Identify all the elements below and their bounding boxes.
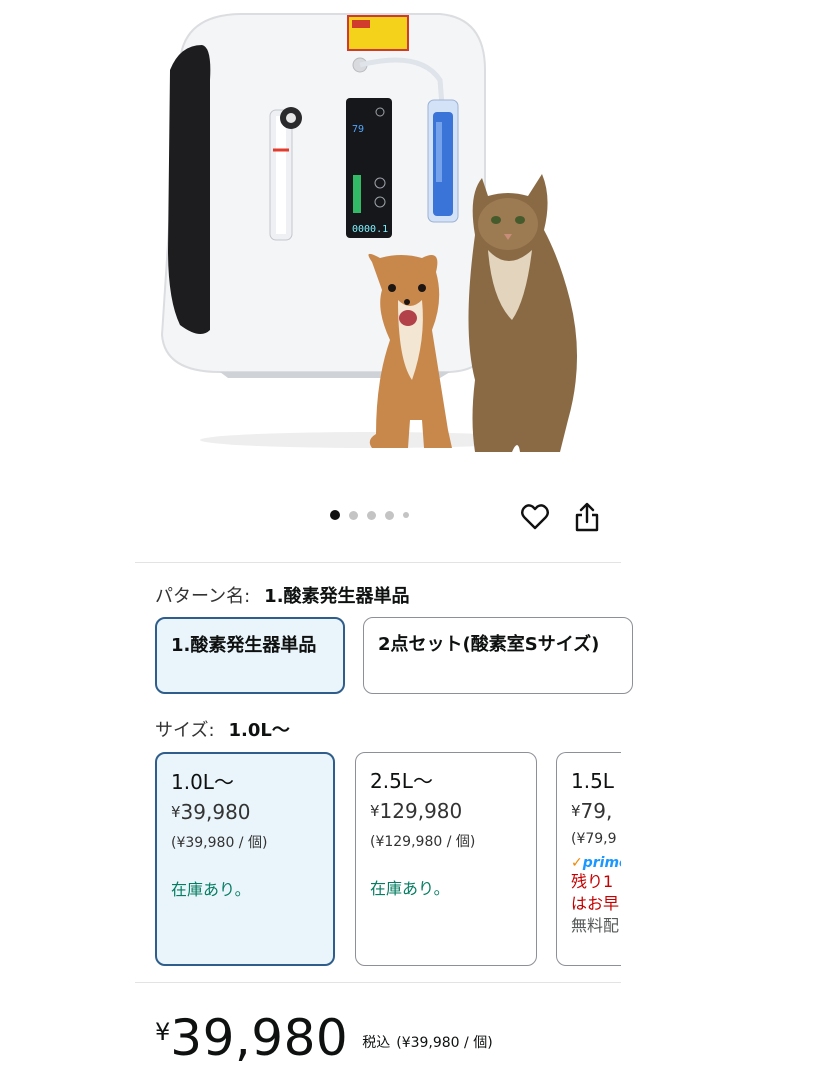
size-option-name: 1.0L〜 — [171, 770, 234, 794]
size-label: サイズ: — [155, 720, 215, 741]
size-selected-value: 1.0L〜 — [228, 720, 290, 741]
image-carousel-indicator[interactable] — [330, 510, 409, 520]
price-display: ¥ 39,980 税込 (¥39,980 / 個) — [155, 1008, 493, 1068]
stock-status: 在庫あり。 — [370, 879, 450, 898]
scroll-clip-mask — [621, 740, 826, 980]
pattern-label-row: パターン名: 1.酸素発生器単品 — [155, 582, 410, 608]
pattern-selected-value: 1.酸素発生器単品 — [264, 586, 410, 607]
svg-text:79: 79 — [352, 124, 364, 135]
heart-icon — [521, 504, 549, 530]
carousel-dot[interactable] — [403, 512, 409, 518]
check-icon: ✓ — [571, 855, 583, 871]
section-divider — [135, 562, 621, 563]
size-label-row: サイズ: 1.0L〜 — [155, 716, 290, 742]
size-option-unit-price: (¥129,980 / 個) — [370, 834, 476, 850]
price-amount: 39,980 — [170, 1009, 349, 1067]
size-option-1-0l[interactable]: 1.0L〜 ¥39,980 (¥39,980 / 個) 在庫あり。 — [155, 752, 335, 966]
pattern-option-label: 1.酸素発生器単品 — [171, 635, 317, 656]
stock-status: 在庫あり。 — [171, 880, 251, 899]
size-option-price: ¥129,980 — [370, 799, 463, 823]
svg-text:0000.1: 0000.1 — [352, 224, 388, 235]
currency-symbol: ¥ — [155, 1018, 171, 1046]
pattern-option-single[interactable]: 1.酸素発生器単品 — [155, 617, 345, 694]
share-button[interactable] — [570, 500, 604, 534]
size-option-unit-price: (¥39,980 / 個) — [171, 835, 268, 851]
pattern-label: パターン名: — [155, 586, 251, 607]
product-image[interactable]: 79 0000.1 — [140, 0, 610, 470]
carousel-dot[interactable] — [367, 510, 376, 520]
size-option-price: ¥39,980 — [171, 800, 251, 824]
size-option-2-5l[interactable]: 2.5L〜 ¥129,980 (¥129,980 / 個) 在庫あり。 — [355, 752, 537, 966]
share-icon — [575, 502, 599, 532]
tax-and-unit-price: 税込 (¥39,980 / 個) — [362, 1035, 493, 1051]
size-option-name: 2.5L〜 — [370, 769, 433, 793]
carousel-dot[interactable] — [349, 510, 358, 520]
carousel-dot[interactable] — [385, 510, 394, 520]
carousel-dot[interactable] — [330, 510, 340, 520]
section-divider — [135, 982, 621, 983]
favorite-button[interactable] — [518, 500, 552, 534]
pattern-option-label: 2点セット(酸素室Sサイズ) — [378, 634, 600, 655]
pattern-option-set[interactable]: 2点セット(酸素室Sサイズ) — [363, 617, 633, 694]
